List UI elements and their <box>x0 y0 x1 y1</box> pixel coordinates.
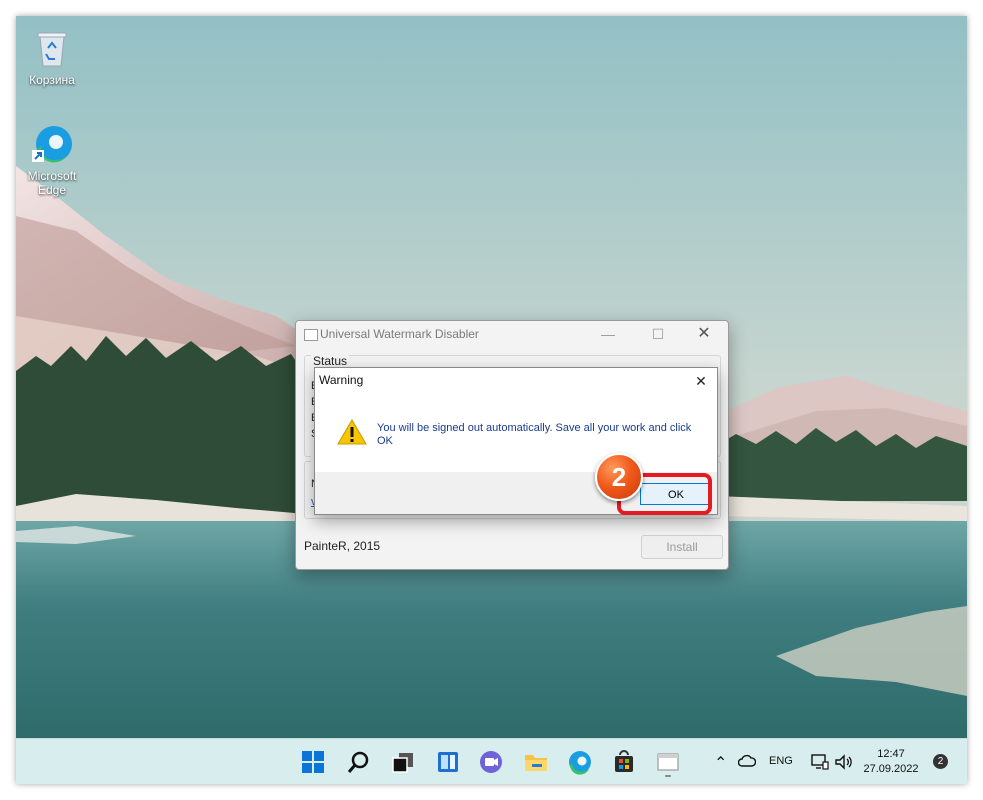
author-credit: PainteR, 2015 <box>304 539 381 553</box>
edge-shortcut[interactable]: Microsoft Edge <box>16 122 88 197</box>
store-icon <box>615 750 633 772</box>
edge-label: Microsoft Edge <box>27 169 77 197</box>
warning-message: You will be signed out automatically. Sa… <box>377 422 692 447</box>
widgets-icon <box>438 752 458 772</box>
file-explorer-button[interactable] <box>520 746 552 778</box>
taskbar: ⌃ ENG 12:47 27.09.2022 2 <box>16 738 967 784</box>
desktop: Корзина Microsoft Edge Universal Waterma… <box>16 16 967 784</box>
search-button[interactable] <box>343 746 375 778</box>
language-indicator[interactable]: ENG <box>769 755 793 784</box>
install-button[interactable]: Install <box>641 535 723 559</box>
teams-chat-button[interactable] <box>475 746 507 778</box>
recycle-bin-shortcut[interactable]: Корзина <box>16 26 88 87</box>
chevron-up-icon[interactable]: ⌃ <box>714 753 727 784</box>
uwd-taskbar-button[interactable] <box>652 746 684 778</box>
notification-badge[interactable]: 2 <box>933 754 948 769</box>
network-icon[interactable] <box>810 753 830 771</box>
uwd-titlebar[interactable]: Universal Watermark Disabler — ☐ ✕ <box>296 321 728 347</box>
minimize-button[interactable]: — <box>586 323 630 345</box>
clock[interactable]: 12:47 27.09.2022 <box>863 747 919 777</box>
step-badge: 2 <box>595 453 643 501</box>
close-button[interactable]: ✕ <box>682 323 726 345</box>
volume-icon[interactable] <box>834 753 854 771</box>
status-legend: Status <box>311 354 350 368</box>
clock-date: 27.09.2022 <box>863 763 919 775</box>
folder-icon <box>525 755 547 771</box>
edge-icon <box>30 122 74 166</box>
maximize-button[interactable]: ☐ <box>636 323 680 345</box>
warning-title: Warning <box>319 373 364 387</box>
warning-close-button[interactable]: ✕ <box>689 370 713 392</box>
start-button[interactable] <box>297 746 329 778</box>
task-view-button[interactable] <box>387 746 419 778</box>
warning-icon <box>337 419 367 445</box>
recycle-bin-label: Корзина <box>29 73 75 87</box>
uwd-title: Universal Watermark Disabler <box>320 327 479 341</box>
app-window-icon <box>657 753 679 777</box>
recycle-bin-icon <box>30 26 74 70</box>
clock-time: 12:47 <box>877 748 905 760</box>
edge-taskbar-button[interactable] <box>564 746 596 778</box>
edge-icon <box>569 751 591 775</box>
cloud-icon[interactable] <box>738 754 756 768</box>
chat-icon <box>480 751 502 773</box>
task-view-icon <box>392 753 413 773</box>
widgets-button[interactable] <box>432 746 464 778</box>
store-button[interactable] <box>608 746 640 778</box>
search-icon <box>347 751 369 773</box>
app-window-icon <box>304 329 318 341</box>
windows-icon <box>302 751 324 773</box>
